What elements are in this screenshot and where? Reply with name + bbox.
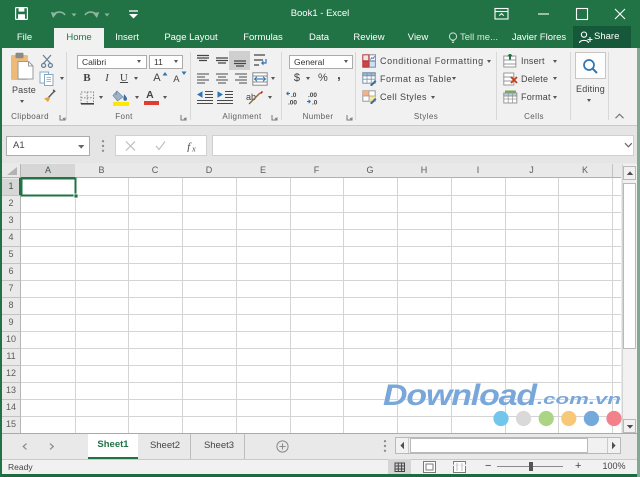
svg-text:Download: Download [383, 379, 538, 410]
svg-text:.com.vn: .com.vn [537, 391, 621, 408]
